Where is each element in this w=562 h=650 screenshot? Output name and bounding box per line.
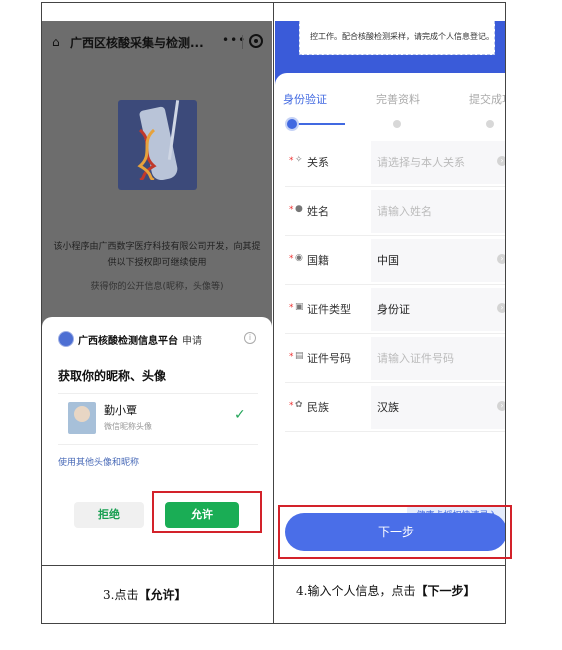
reject-button[interactable]: 拒绝 bbox=[74, 502, 144, 528]
field-label: 姓名 bbox=[307, 205, 329, 218]
user-nickname: 勤小覃 bbox=[104, 404, 137, 417]
caption-step-3: 3.点击【允许】 bbox=[103, 586, 186, 603]
caption-3-bold: 【允许】 bbox=[138, 588, 187, 602]
chevron-right-icon[interactable]: › bbox=[497, 254, 505, 264]
scope-text: 获得你的公开信息(昵称，头像等) bbox=[90, 282, 224, 292]
step-dot-active bbox=[287, 119, 297, 129]
avatar bbox=[68, 402, 96, 434]
caption-4-text: 4.输入个人信息，点击 bbox=[296, 584, 416, 598]
form-card: 身份验证 完善资料 提交成功 *✧关系请选择与本人关系›*●姓名请输入姓名*◉国… bbox=[275, 73, 505, 564]
authorization-screen: ⌂ 广西区核酸采集与检测... ••• 该小程序由广西数字医疗科技有限公司开发，… bbox=[42, 21, 272, 564]
request-title: 获取你的昵称、头像 bbox=[58, 369, 167, 383]
chevron-right-icon[interactable]: › bbox=[497, 156, 505, 166]
form-field-id-number[interactable]: * ▤ 证件号码 请输入证件号码 bbox=[285, 335, 505, 383]
field-placeholder[interactable]: 请选择与本人关系 bbox=[377, 154, 465, 170]
field-placeholder[interactable]: 请输入姓名 bbox=[377, 203, 432, 219]
notice-line-1: 该小程序由广西数字医疗科技有限公司开发，向其提 bbox=[53, 242, 261, 252]
allow-highlight-box bbox=[152, 491, 262, 533]
id-number-icon: ▤ bbox=[295, 351, 304, 361]
relation-icon: ✧ bbox=[295, 155, 303, 165]
capsule-divider bbox=[242, 35, 243, 49]
field-value[interactable]: 身份证 bbox=[377, 301, 410, 317]
caption-4-bold: 【下一步】 bbox=[415, 584, 476, 598]
form-field-id-card[interactable]: * ▣ 证件类型 身份证 › bbox=[285, 286, 505, 334]
step-profile: 完善资料 bbox=[376, 93, 420, 106]
step-dot bbox=[486, 120, 494, 128]
field-value[interactable]: 汉族 bbox=[377, 399, 399, 415]
caption-step-4: 4.输入个人信息，点击【下一步】 bbox=[296, 582, 475, 599]
required-mark: * bbox=[289, 156, 294, 166]
required-mark: * bbox=[289, 401, 294, 411]
field-label: 关系 bbox=[307, 156, 329, 169]
field-value[interactable]: 中国 bbox=[377, 252, 399, 268]
registration-screen: 控工作。配合核酸检测采样，请完成个人信息登记。 身份验证 完善资料 提交成功 *… bbox=[275, 21, 505, 564]
field-label: 国籍 bbox=[307, 254, 329, 267]
field-label: 民族 bbox=[307, 401, 329, 414]
ethnicity-icon: ✿ bbox=[295, 400, 303, 410]
use-other-avatar-link[interactable]: 使用其他头像和昵称 bbox=[58, 455, 139, 468]
form-field-person[interactable]: * ● 姓名 请输入姓名 bbox=[285, 188, 505, 236]
home-icon[interactable]: ⌂ bbox=[52, 35, 60, 49]
progress-bar bbox=[293, 123, 345, 125]
required-mark: * bbox=[289, 205, 294, 215]
notice-line-2: 供以下授权即可继续使用 bbox=[107, 258, 207, 268]
required-mark: * bbox=[289, 254, 294, 264]
dna-icon bbox=[137, 128, 157, 180]
table-row-divider bbox=[41, 565, 506, 566]
required-mark: * bbox=[289, 303, 294, 313]
form-field-relation[interactable]: * ✧ 关系 请选择与本人关系 › bbox=[285, 139, 505, 187]
mini-program-header: ⌂ 广西区核酸采集与检测... ••• bbox=[42, 21, 272, 65]
step-dot bbox=[393, 120, 401, 128]
developer-notice: 该小程序由广西数字医疗科技有限公司开发，向其提 供以下授权即可继续使用 bbox=[52, 239, 262, 271]
next-highlight-box bbox=[278, 505, 512, 559]
step-identity: 身份验证 bbox=[283, 93, 327, 106]
form-field-globe[interactable]: * ◉ 国籍 中国 › bbox=[285, 237, 505, 285]
person-icon: ● bbox=[295, 204, 303, 214]
field-label: 证件号码 bbox=[307, 352, 351, 365]
table-divider bbox=[273, 2, 274, 624]
chevron-right-icon[interactable]: › bbox=[497, 401, 505, 411]
page-title: 广西区核酸采集与检测... bbox=[70, 36, 204, 50]
app-logo-icon bbox=[58, 331, 74, 347]
notice-text: 控工作。配合核酸检测采样，请完成个人信息登记。 bbox=[310, 32, 494, 41]
table-border-bottom bbox=[41, 623, 506, 624]
apply-label: 申请 bbox=[182, 336, 202, 347]
check-icon: ✓ bbox=[234, 407, 246, 423]
form-field-ethnicity[interactable]: * ✿ 民族 汉族 › bbox=[285, 384, 505, 432]
info-icon[interactable]: i bbox=[244, 332, 256, 344]
globe-icon: ◉ bbox=[295, 253, 303, 263]
app-name: 广西核酸检测信息平台 bbox=[78, 336, 178, 347]
user-profile-option[interactable]: 勤小覃 微信昵称头像 ✓ bbox=[58, 393, 258, 445]
test-tube-illustration bbox=[118, 100, 197, 190]
field-placeholder[interactable]: 请输入证件号码 bbox=[377, 350, 454, 366]
field-label: 证件类型 bbox=[307, 303, 351, 316]
progress-track bbox=[287, 117, 505, 131]
close-capsule-icon[interactable] bbox=[249, 34, 263, 48]
id-card-icon: ▣ bbox=[295, 302, 304, 312]
chevron-right-icon[interactable]: › bbox=[497, 303, 505, 313]
step-submit: 提交成功 bbox=[469, 93, 505, 106]
required-mark: * bbox=[289, 352, 294, 362]
caption-3-text: 3.点击 bbox=[103, 588, 139, 602]
notice-box: 控工作。配合核酸检测采样，请完成个人信息登记。 bbox=[299, 21, 495, 55]
user-subtitle: 微信昵称头像 bbox=[104, 422, 152, 431]
